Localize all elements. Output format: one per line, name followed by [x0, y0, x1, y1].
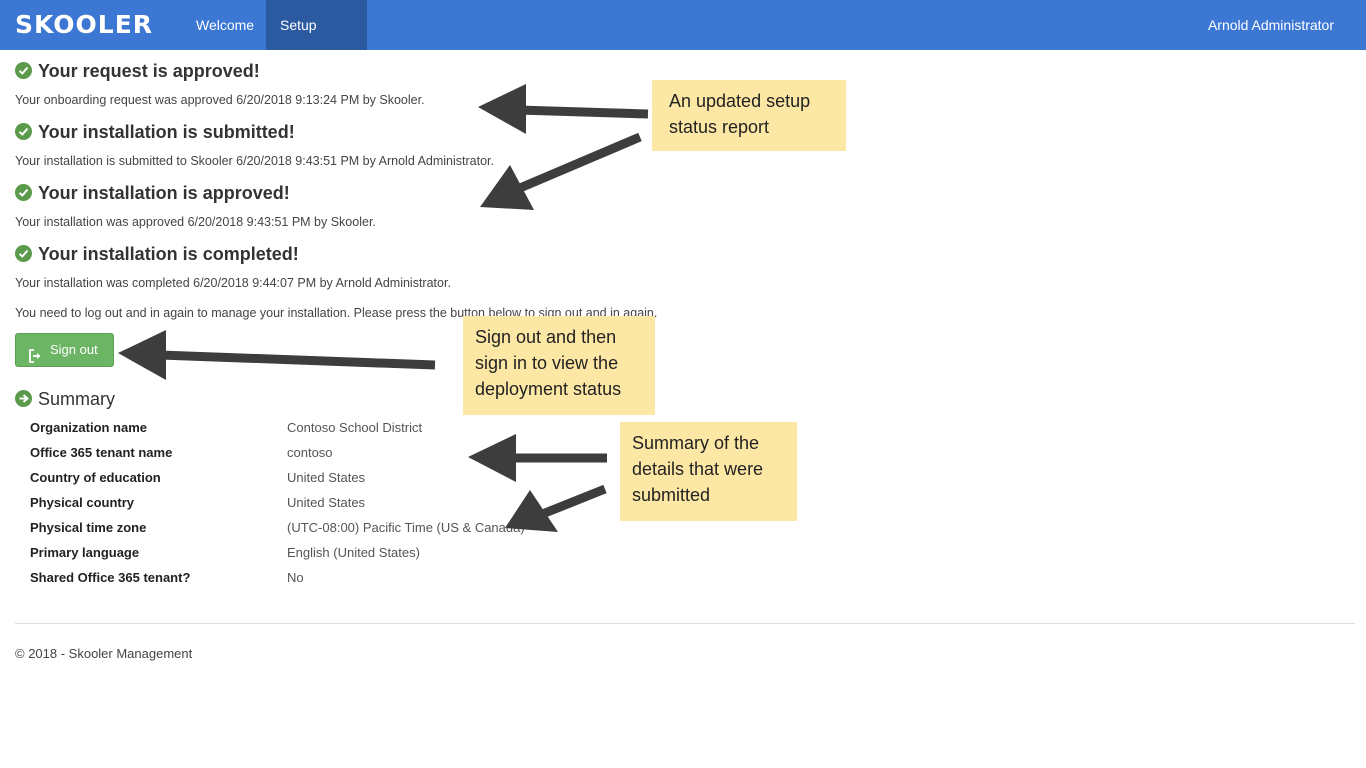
check-circle-icon: [15, 123, 32, 140]
user-menu[interactable]: Arnold Administrator: [1208, 0, 1334, 50]
top-navbar: SKOOLER Welcome Setup status Arnold Admi…: [0, 0, 1366, 83]
nav-welcome[interactable]: Welcome: [182, 0, 268, 50]
summary-label: Primary language: [30, 545, 140, 560]
annotation-arrow: [480, 132, 642, 210]
summary-heading: Summary: [15, 387, 115, 411]
nav-setup-status[interactable]: Setup status: [266, 0, 367, 83]
summary-label: Country of education: [30, 470, 161, 485]
annotation-arrow: [118, 330, 436, 380]
footer-copyright: © 2018 - Skooler Management: [15, 646, 193, 661]
check-circle-icon: [15, 245, 32, 262]
status-title-request-approved: Your request is approved!: [15, 59, 260, 83]
summary-value: contoso: [287, 445, 333, 460]
status-title-installation-approved: Your installation is approved!: [15, 181, 290, 205]
callout-summary: Summary of the details that were submitt…: [620, 422, 797, 521]
status-detail: Your installation was completed 6/20/201…: [15, 276, 451, 290]
summary-value: United States: [287, 470, 366, 485]
status-detail: Your installation is submitted to Skoole…: [15, 154, 494, 168]
summary-value: No: [287, 570, 304, 585]
callout-sign-out: Sign out and then sign in to view the de…: [463, 316, 655, 415]
status-title-installation-submitted: Your installation is submitted!: [15, 120, 295, 144]
status-title-installation-completed: Your installation is completed!: [15, 242, 299, 266]
footer-divider: [15, 623, 1355, 624]
summary-label: Organization name: [30, 420, 148, 435]
summary-value: United States: [287, 495, 366, 510]
sign-out-icon: [28, 343, 42, 375]
status-detail: Your installation was approved 6/20/2018…: [15, 215, 376, 229]
summary-label: Shared Office 365 tenant?: [30, 570, 191, 585]
sign-out-label: Sign out: [50, 342, 98, 357]
check-circle-icon: [15, 62, 32, 79]
summary-label: Physical country: [30, 495, 135, 510]
summary-value: English (United States): [287, 545, 420, 560]
annotation-arrow: [478, 84, 649, 134]
summary-value: (UTC-08:00) Pacific Time (US & Canada): [287, 520, 525, 535]
arrow-circle-icon: [15, 390, 32, 407]
summary-label: Office 365 tenant name: [30, 445, 173, 460]
summary-label: Physical time zone: [30, 520, 147, 535]
summary-value: Contoso School District: [287, 420, 423, 435]
annotation-arrow: [468, 434, 607, 482]
brand-logo[interactable]: SKOOLER: [15, 10, 153, 40]
sign-out-button[interactable]: Sign out: [15, 333, 114, 367]
status-detail: Your onboarding request was approved 6/2…: [15, 93, 425, 107]
callout-status-report: An updated setup status report: [652, 80, 846, 151]
check-circle-icon: [15, 184, 32, 201]
